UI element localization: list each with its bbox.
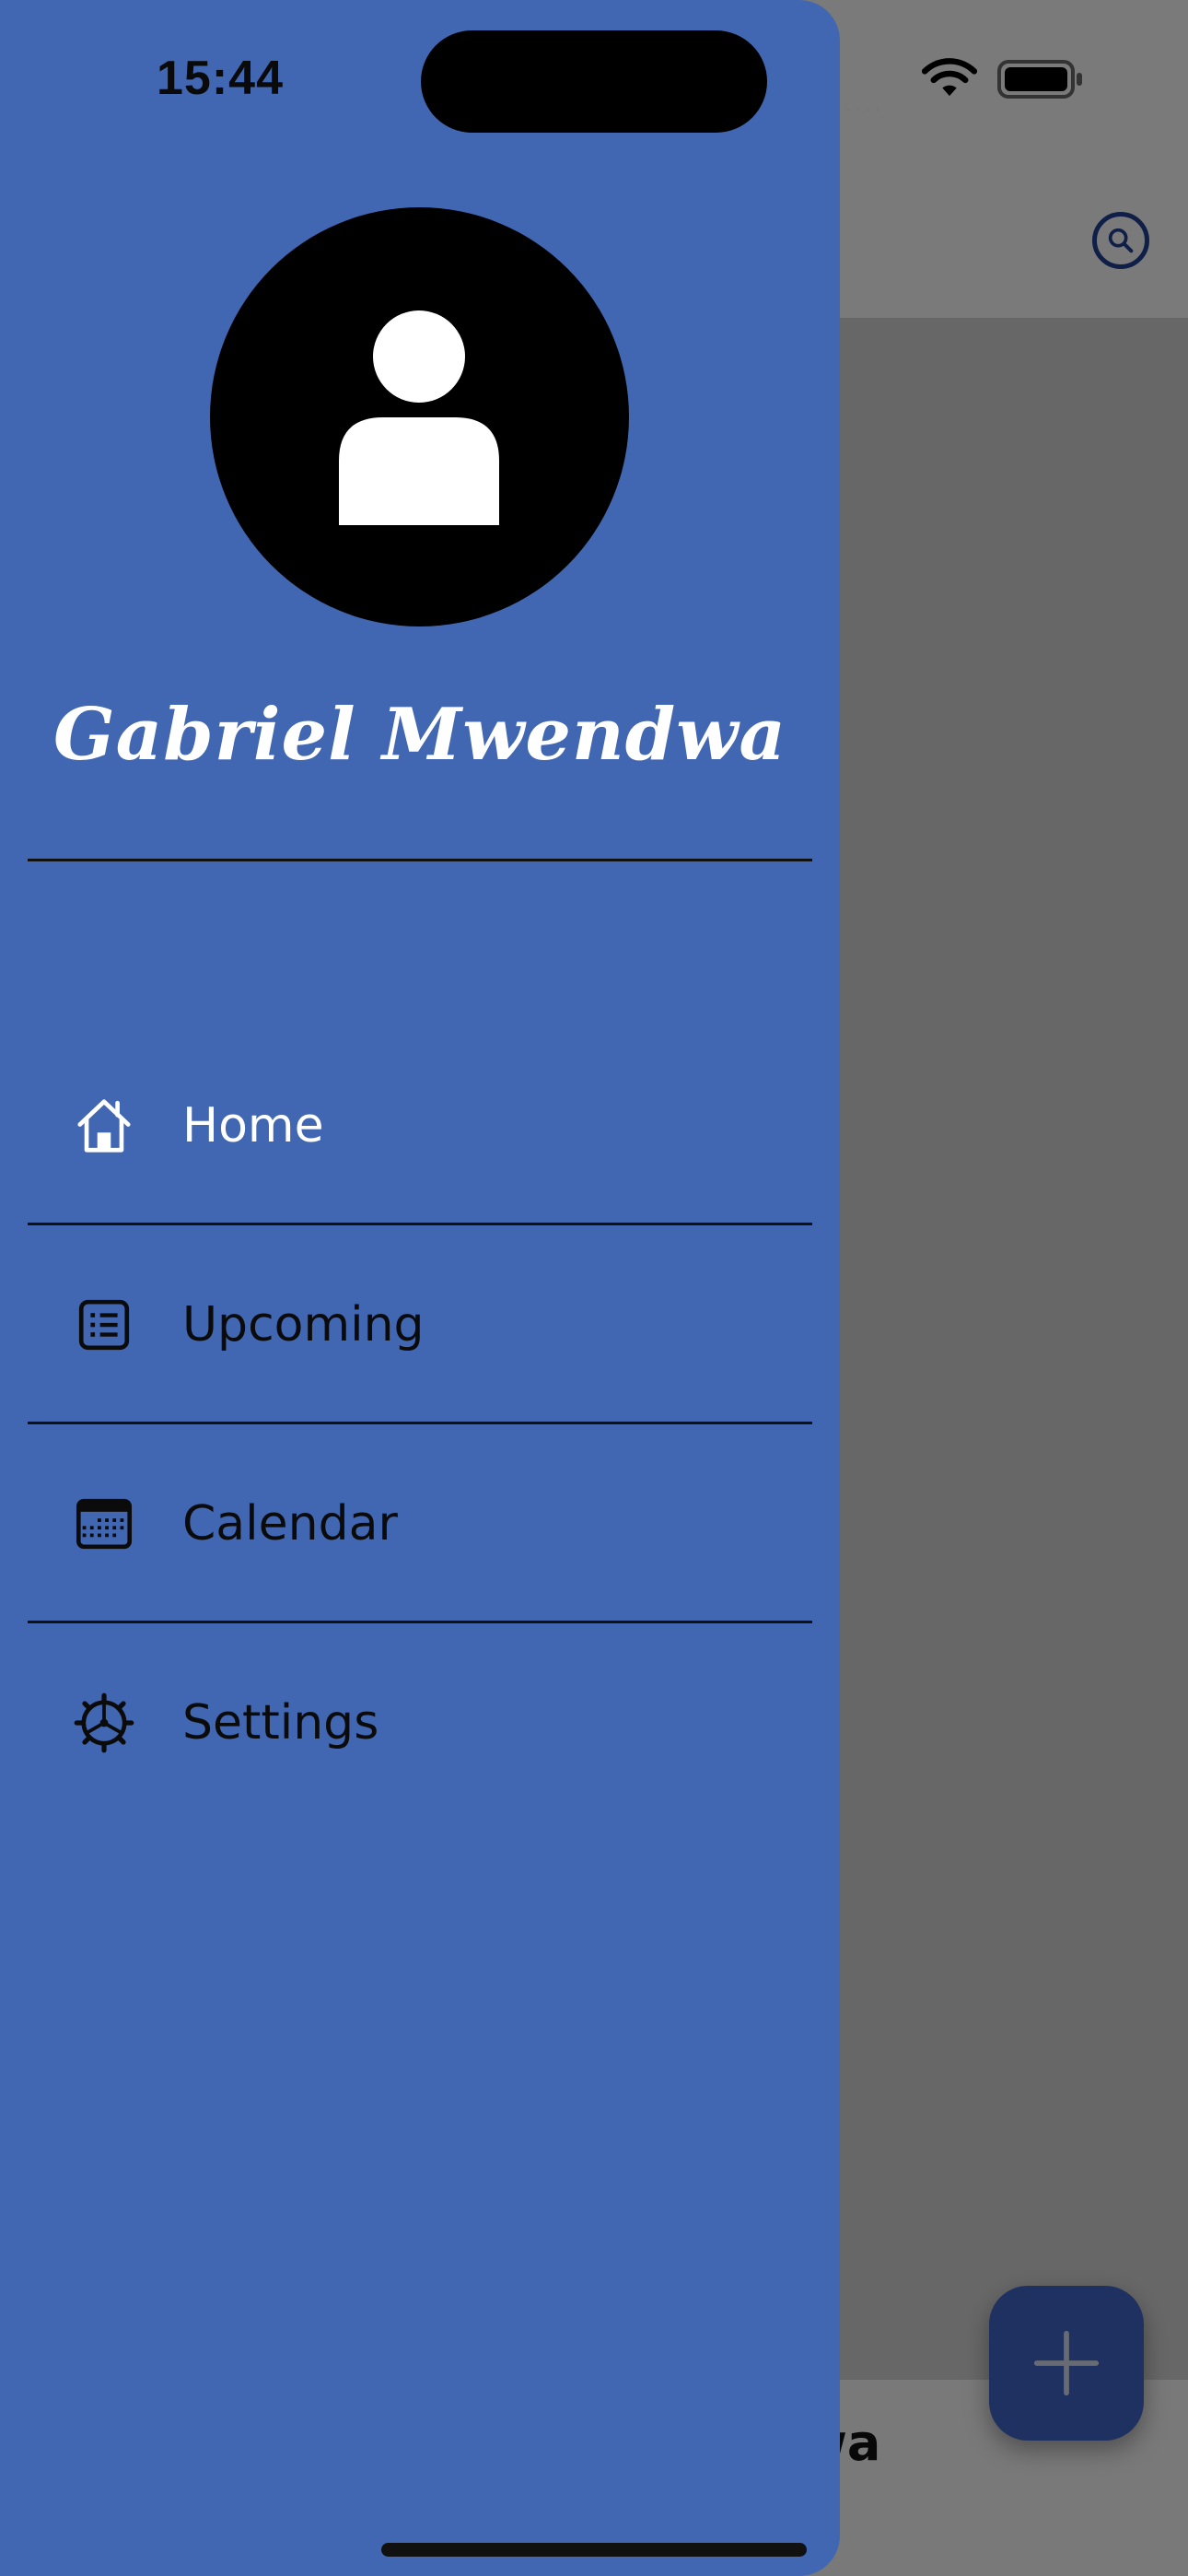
menu-label-calendar: Calendar [182,1496,398,1551]
status-time: 15:44 [157,52,284,105]
home-indicator[interactable] [381,2543,807,2557]
navigation-drawer: Gabriel Mwendwa Home Upcoming Calendar S… [0,0,840,2576]
signal-dots: .... [844,88,884,118]
dynamic-island [421,30,767,133]
gear-icon [72,1691,136,1755]
menu-label-settings: Settings [182,1695,379,1751]
menu-item-home[interactable]: Home [28,1026,812,1225]
person-icon [339,310,499,525]
menu-label-home: Home [182,1098,324,1153]
menu-label-upcoming: Upcoming [182,1297,425,1352]
calendar-icon [72,1492,136,1556]
header-divider [28,859,812,861]
menu-item-upcoming[interactable]: Upcoming [28,1225,812,1424]
menu-item-settings[interactable]: Settings [28,1623,812,1822]
home-icon [72,1094,136,1158]
user-name: Gabriel Mwendwa [53,693,786,777]
wifi-icon [921,58,978,97]
battery-icon [997,60,1082,99]
menu-item-calendar[interactable]: Calendar [28,1424,812,1623]
list-icon [72,1293,136,1357]
avatar[interactable] [210,207,629,626]
